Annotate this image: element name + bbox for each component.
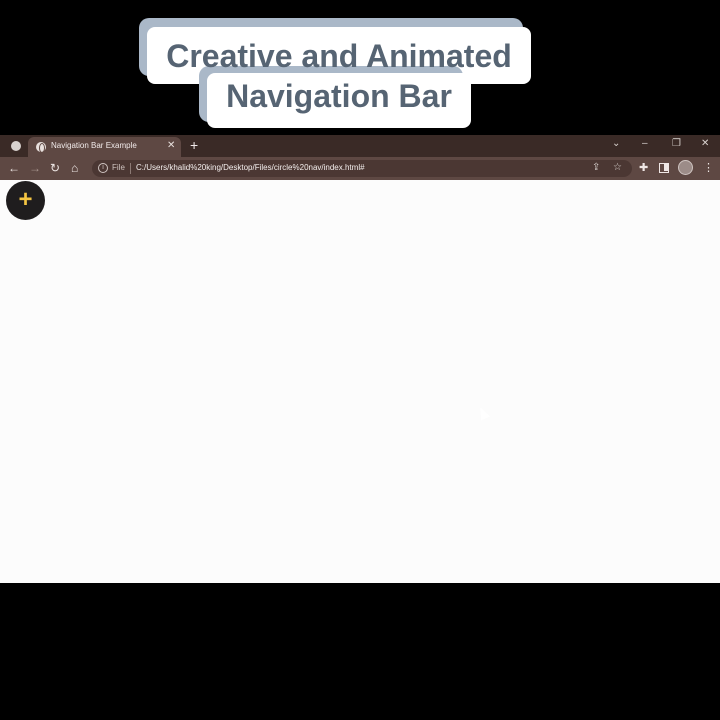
tab-title: Navigation Bar Example xyxy=(51,141,137,150)
address-separator xyxy=(130,163,131,174)
page-viewport: + xyxy=(0,180,720,583)
video-caption: Creative and Animated Navigation Bar xyxy=(0,0,720,135)
kebab-menu-icon[interactable]: ⋮ xyxy=(703,161,714,174)
minimize-button[interactable]: – xyxy=(642,138,648,149)
tab-navigation-bar-example[interactable]: Navigation Bar Example ✕ xyxy=(28,137,181,157)
browser-toolbar: ← → ↻ ⌂ i File C:/Users/khalid%20king/De… xyxy=(0,157,720,180)
close-tab-icon[interactable]: ✕ xyxy=(167,140,175,151)
bookmark-star-icon[interactable]: ☆ xyxy=(613,162,622,173)
profile-avatar[interactable] xyxy=(678,160,693,175)
browser-window: Navigation Bar Example ✕ + ⌄ – ❐ ✕ ← → ↻… xyxy=(0,135,720,583)
info-icon[interactable]: i xyxy=(98,163,108,173)
url-text[interactable]: C:/Users/khalid%20king/Desktop/Files/cir… xyxy=(136,163,365,172)
side-panel-icon[interactable] xyxy=(659,163,669,173)
back-button[interactable]: ← xyxy=(8,161,20,175)
circle-nav-toggle-button[interactable]: + xyxy=(6,181,45,220)
reload-button[interactable]: ↻ xyxy=(50,161,60,175)
share-icon[interactable]: ⇪ xyxy=(592,162,600,173)
tab-bar: Navigation Bar Example ✕ + ⌄ – ❐ ✕ xyxy=(0,135,720,157)
home-button[interactable]: ⌂ xyxy=(71,161,78,175)
plus-icon: + xyxy=(18,186,33,213)
caption-line2-text: Navigation Bar xyxy=(226,78,452,114)
window-menu-icon[interactable] xyxy=(11,141,21,151)
close-window-button[interactable]: ✕ xyxy=(701,138,709,149)
restore-button[interactable]: ❐ xyxy=(672,138,681,149)
tab-search-icon[interactable]: ⌄ xyxy=(612,138,620,149)
file-label: File xyxy=(112,163,125,172)
caption-line1-text: Creative and Animated xyxy=(166,38,512,74)
forward-button[interactable]: → xyxy=(29,161,41,175)
globe-icon xyxy=(36,142,46,153)
extensions-puzzle-icon[interactable]: ✚ xyxy=(639,161,648,174)
new-tab-button[interactable]: + xyxy=(190,137,198,153)
address-bar[interactable]: i File C:/Users/khalid%20king/Desktop/Fi… xyxy=(92,160,632,177)
mouse-cursor-icon xyxy=(475,405,491,421)
